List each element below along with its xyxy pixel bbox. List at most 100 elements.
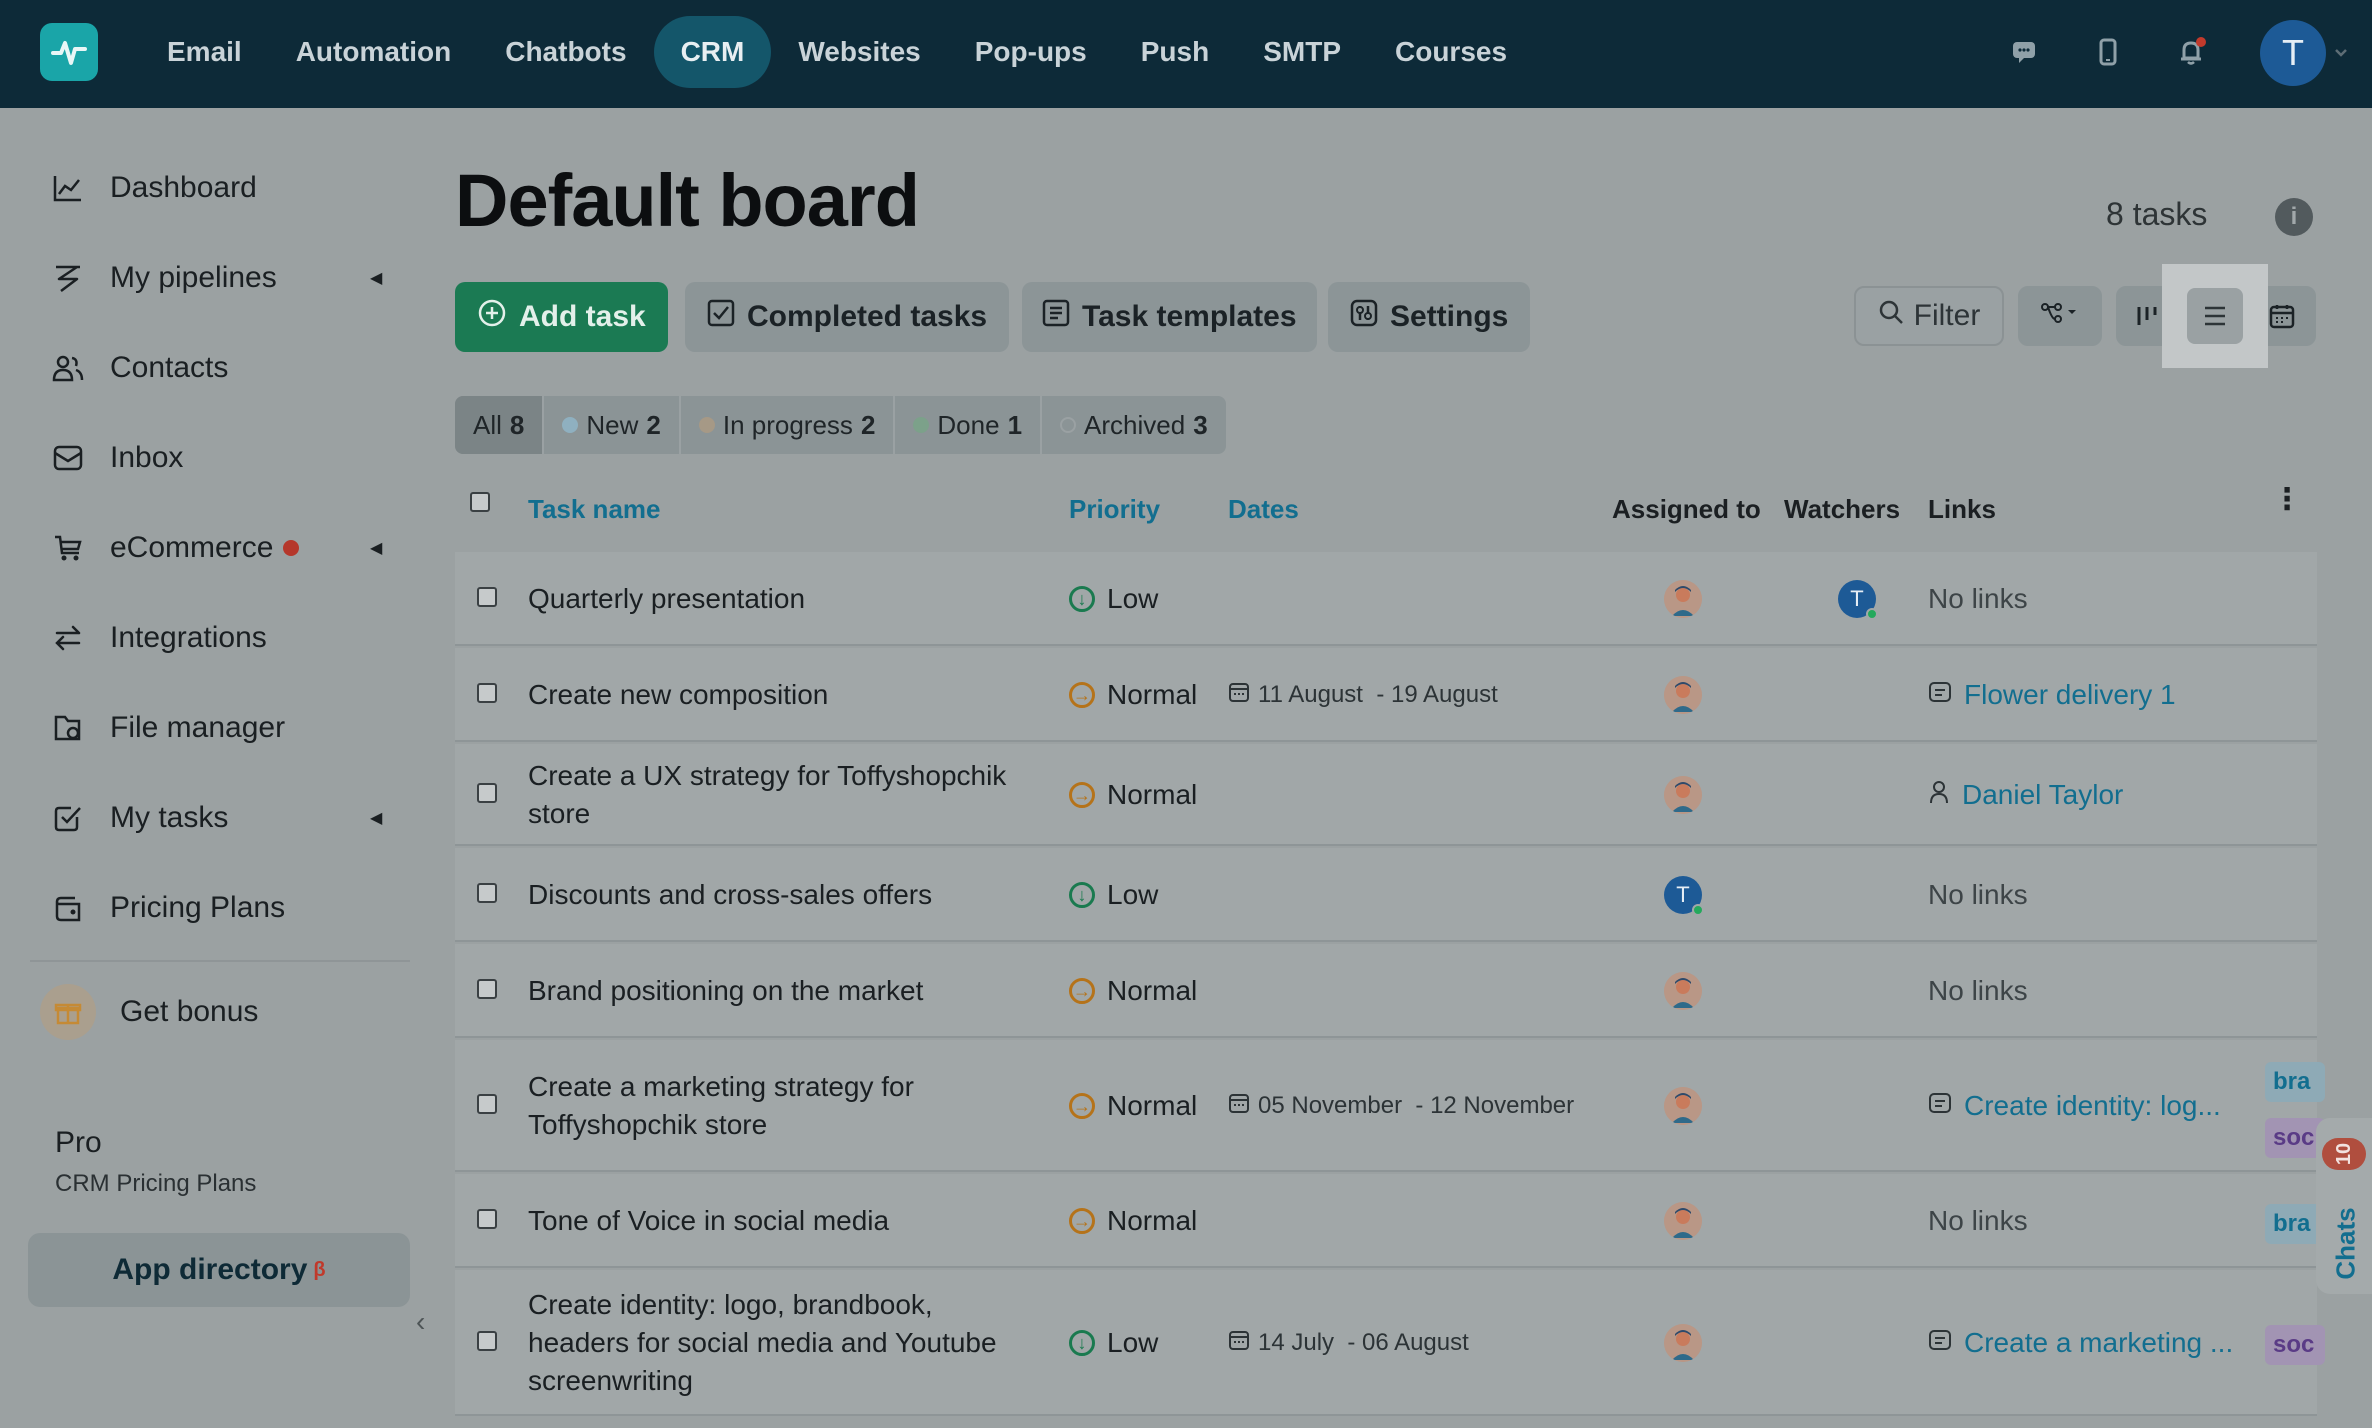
nav-push[interactable]: Push [1114,16,1236,88]
table-row[interactable]: Quarterly presentation ↓ Low T No links [455,552,2317,646]
column-links: Links [1928,494,1996,524]
task-templates-button[interactable]: Task templates [1022,282,1317,352]
dates-label: 11 August - 19 August [1258,681,1498,708]
chat-icon[interactable] [2002,30,2046,74]
task-name[interactable]: Brand positioning on the market [528,944,1028,1038]
nav-courses[interactable]: Courses [1368,16,1534,88]
link-item[interactable]: Daniel Taylor [1928,744,2123,846]
app-directory-button[interactable]: App directory β [28,1233,410,1307]
task-name[interactable]: Create a marketing strategy for Toffysho… [528,1040,1028,1172]
tag-social[interactable]: soc [2265,1325,2325,1365]
completed-tasks-button[interactable]: Completed tasks [685,282,1010,352]
assignee-avatar[interactable] [1664,776,1702,814]
priority: ↓ Low [1069,848,1158,942]
task-name[interactable]: Create new composition [528,648,1028,742]
row-checkbox[interactable] [477,1094,497,1114]
arrow-right-circle-icon: → [1069,782,1095,808]
select-all-checkbox[interactable] [470,492,490,512]
tag-brand[interactable]: bra [2265,1062,2325,1102]
watcher-avatar[interactable]: T [1838,580,1878,620]
table-row[interactable]: Create a marketing strategy for Toffysho… [455,1040,2317,1172]
nav-popups[interactable]: Pop-ups [948,16,1114,88]
assignee-avatar[interactable] [1664,1087,1702,1125]
assignee-avatar[interactable] [1664,1202,1702,1240]
assignee-avatar[interactable] [1664,972,1702,1010]
user-avatar[interactable]: T [2260,20,2326,86]
sidebar-item-get-bonus[interactable]: Get bonus [40,982,258,1042]
nav-automation[interactable]: Automation [269,16,479,88]
mobile-icon[interactable] [2086,30,2130,74]
link-item[interactable]: Create identity: log... [1928,1040,2221,1172]
sidebar-item-integrations[interactable]: Integrations [50,608,267,668]
column-task-name[interactable]: Task name [528,494,660,525]
sidebar-item-inbox[interactable]: Inbox [50,428,183,488]
calendar-view-icon[interactable] [2254,288,2310,344]
sidebar-item-contacts[interactable]: Contacts [50,338,228,398]
caret-left-icon[interactable]: ◀ [370,808,382,828]
link-item[interactable]: Create a marketing ... [1928,1270,2233,1416]
link-label: Create identity: log... [1964,1090,2221,1121]
group-by-dropdown[interactable] [2018,286,2102,346]
chevron-down-icon[interactable] [2326,30,2356,74]
task-name[interactable]: Discounts and cross-sales offers [528,848,1028,942]
sidebar-item-dashboard[interactable]: Dashboard [50,158,257,218]
task-name[interactable]: Create a UX strategy for Toffyshopchik s… [528,744,1028,846]
table-row[interactable]: Brand positioning on the market → Normal No… [455,944,2317,1038]
row-checkbox[interactable] [477,979,497,999]
tab-in-progress[interactable]: In progress 2 [681,396,896,454]
table-row[interactable]: Tone of Voice in social media → Normal No l… [455,1174,2317,1268]
task-name[interactable]: Tone of Voice in social media [528,1174,1028,1268]
info-icon[interactable]: i [2275,198,2313,236]
add-task-button[interactable]: Add task [455,282,668,352]
tab-archived[interactable]: Archived 3 [1042,396,1226,454]
nav-smtp[interactable]: SMTP [1236,16,1368,88]
nav-crm[interactable]: CRM [653,16,772,88]
sidebar-item-file-manager[interactable]: File manager [50,698,285,758]
list-view-icon[interactable] [2187,288,2243,344]
sidebar-item-label: Pricing Plans [110,891,286,924]
table-row[interactable]: Create new composition → Normal 11 August -… [455,648,2317,742]
sidebar-item-pricing-plans[interactable]: Pricing Plans [50,878,285,938]
tab-all[interactable]: All 8 [455,396,545,454]
row-checkbox[interactable] [477,783,497,803]
chats-widget[interactable]: 10 Chats [2316,1118,2372,1294]
column-priority[interactable]: Priority [1069,494,1160,525]
sidebar-item-pipelines[interactable]: My pipelines [50,248,277,308]
priority-label: Normal [1107,679,1198,710]
filter-button[interactable]: Filter [1854,286,2004,346]
assignee-avatar[interactable] [1664,676,1702,714]
assignee-avatar[interactable]: T [1664,876,1704,916]
link-item[interactable]: Flower delivery 1 [1928,648,2176,742]
table-row[interactable]: Create a UX strategy for Toffyshopchik s… [455,744,2317,846]
sidebar-item-my-tasks[interactable]: My tasks [50,788,228,848]
column-dates[interactable]: Dates [1228,494,1299,525]
task-name[interactable]: Create identity: logo, brandbook, header… [528,1270,1028,1416]
caret-left-icon[interactable]: ◀ [370,538,382,558]
tab-new[interactable]: New 2 [544,396,681,454]
settings-button[interactable]: Settings [1328,282,1531,352]
collapse-sidebar-icon[interactable]: ‹ [416,1306,425,1338]
row-checkbox[interactable] [477,1209,497,1229]
caret-left-icon[interactable]: ◀ [370,268,382,288]
row-checkbox[interactable] [477,1331,497,1351]
priority: → Normal [1069,744,1197,846]
sidebar-item-ecommerce[interactable]: eCommerce [50,518,300,578]
more-vertical-icon[interactable]: ⋮ [2272,482,2302,517]
assignee-avatar[interactable] [1664,580,1702,618]
task-name[interactable]: Quarterly presentation [528,552,1028,646]
nav-email[interactable]: Email [140,16,269,88]
app-logo-icon[interactable] [40,23,98,81]
nav-websites[interactable]: Websites [771,16,947,88]
table-row[interactable]: Create identity: logo, brandbook, header… [455,1270,2317,1416]
notifications-bell-icon[interactable] [2170,30,2214,74]
nav-chatbots[interactable]: Chatbots [478,16,653,88]
main-nav: Email Automation Chatbots CRM Websites P… [140,16,1534,88]
priority: → Normal [1069,1174,1197,1268]
row-checkbox[interactable] [477,883,497,903]
tab-done[interactable]: Done 1 [895,396,1043,454]
row-checkbox[interactable] [477,683,497,703]
table-row[interactable]: Discounts and cross-sales offers ↓ Low T No … [455,848,2317,942]
assignee-avatar[interactable] [1664,1324,1702,1362]
row-checkbox[interactable] [477,587,497,607]
priority-label: Normal [1107,975,1198,1006]
